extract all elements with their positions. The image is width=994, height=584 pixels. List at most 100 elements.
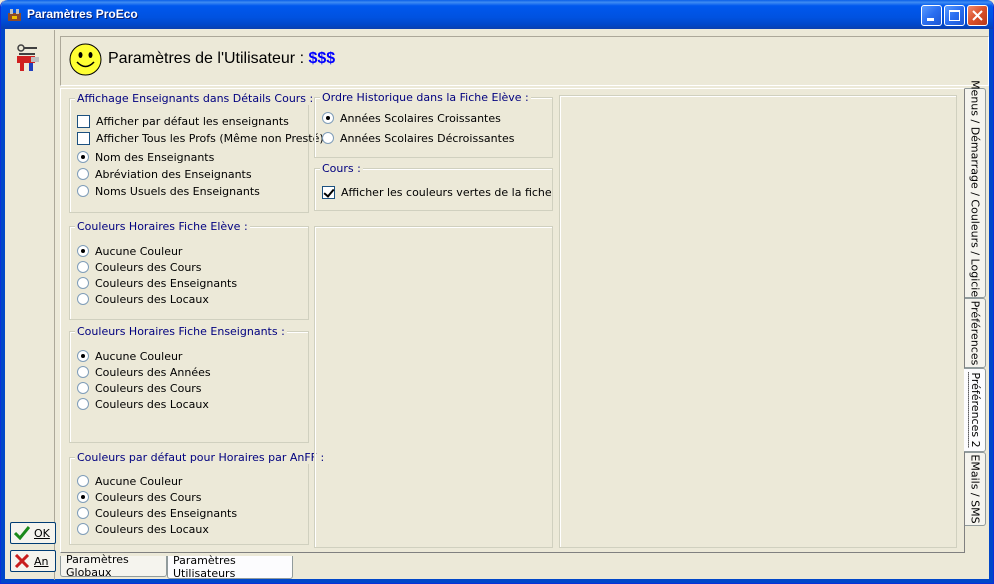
vertical-tab-strip: Menus / Démarrage / Couleurs / Logiciels…	[964, 80, 987, 528]
radio-label: Couleurs des Enseignants	[95, 276, 238, 290]
radio-couleurs-cours[interactable]: Couleurs des Cours	[77, 380, 202, 396]
empty-panel-right	[559, 95, 957, 548]
close-icon	[972, 10, 983, 21]
radio-label: Abréviation des Enseignants	[95, 167, 252, 181]
radio-couleurs-enseignants[interactable]: Couleurs des Enseignants	[77, 505, 237, 521]
radio-button[interactable]	[77, 293, 89, 305]
radio-couleurs-locaux[interactable]: Couleurs des Locaux	[77, 291, 209, 307]
radio-button[interactable]	[77, 245, 89, 257]
radio-button[interactable]	[77, 382, 89, 394]
radio-label: Années Scolaires Décroissantes	[340, 131, 515, 145]
checkbox-box[interactable]	[322, 185, 335, 199]
tab-preferences[interactable]: Préférences	[965, 298, 986, 368]
group-ordre-historique: Ordre Historique dans la Fiche Elève : A…	[314, 91, 553, 158]
cancel-button[interactable]: An	[10, 550, 56, 572]
checkbox-label: Afficher Tous les Profs (Même non Presté…	[96, 131, 324, 145]
frame-bottom	[1, 579, 993, 583]
radio-label: Couleurs des Locaux	[95, 522, 209, 536]
tab-parametres-globaux[interactable]: Paramètres Globaux	[60, 553, 167, 579]
checkbox-box[interactable]	[77, 114, 90, 128]
maximize-icon	[949, 10, 960, 21]
radio-button[interactable]	[77, 168, 89, 180]
frame-right	[989, 29, 993, 583]
tab-label: Paramètres Utilisateurs	[173, 554, 236, 580]
group-couleurs-fiche-enseignants: Couleurs Horaires Fiche Enseignants : Au…	[69, 325, 309, 443]
group-cours: Cours : Afficher les couleurs vertes de …	[314, 162, 553, 211]
radio-button[interactable]	[77, 398, 89, 410]
radio-annees-decroissantes[interactable]: Années Scolaires Décroissantes	[322, 130, 514, 146]
checkbox-box[interactable]	[77, 131, 90, 145]
tab-label: EMails / SMS	[968, 454, 982, 524]
radio-label: Couleurs des Locaux	[95, 397, 209, 411]
radio-noms-usuels[interactable]: Noms Usuels des Enseignants	[77, 183, 260, 199]
radio-button[interactable]	[77, 507, 89, 519]
radio-couleurs-annees[interactable]: Couleurs des Années	[77, 364, 211, 380]
radio-button[interactable]	[77, 523, 89, 535]
radio-label: Noms Usuels des Enseignants	[95, 184, 260, 198]
settings-content: Affichage Enseignants dans Détails Cours…	[60, 88, 965, 553]
radio-button[interactable]	[77, 366, 89, 378]
cross-icon	[14, 554, 30, 568]
maximize-button[interactable]	[944, 5, 965, 26]
user-name-value: $$$	[308, 50, 336, 67]
header-panel: Paramètres de l'Utilisateur : $$$	[60, 36, 989, 86]
radio-abreviation-enseignants[interactable]: Abréviation des Enseignants	[77, 166, 252, 182]
radio-couleurs-enseignants[interactable]: Couleurs des Enseignants	[77, 275, 237, 291]
radio-button[interactable]	[322, 132, 334, 144]
radio-couleurs-cours[interactable]: Couleurs des Cours	[77, 489, 202, 505]
minimize-button[interactable]	[921, 5, 942, 26]
radio-aucune-couleur[interactable]: Aucune Couleur	[77, 243, 182, 259]
group-couleurs-fiche-eleve: Couleurs Horaires Fiche Elève : Aucune C…	[69, 220, 309, 320]
ok-button[interactable]: OK	[10, 522, 56, 544]
radio-couleurs-locaux[interactable]: Couleurs des Locaux	[77, 396, 209, 412]
radio-button[interactable]	[77, 475, 89, 487]
radio-button[interactable]	[77, 491, 89, 503]
tab-emails-sms[interactable]: EMails / SMS	[965, 452, 986, 526]
title-bar[interactable]: Paramètres ProEco	[1, 0, 993, 29]
group-title: Couleurs Horaires Fiche Elève :	[75, 220, 250, 233]
checkbox-afficher-tous-profs[interactable]: Afficher Tous les Profs (Même non Presté…	[77, 130, 324, 146]
page-title-text: Paramètres de l'Utilisateur :	[108, 50, 309, 67]
close-button[interactable]	[967, 5, 988, 26]
radio-couleurs-locaux[interactable]: Couleurs des Locaux	[77, 521, 209, 537]
radio-label: Couleurs des Enseignants	[95, 506, 238, 520]
radio-label: Couleurs des Locaux	[95, 292, 209, 306]
radio-nom-enseignants[interactable]: Nom des Enseignants	[77, 149, 214, 165]
radio-label: Couleurs des Cours	[95, 260, 202, 274]
group-title: Couleurs Horaires Fiche Enseignants :	[75, 325, 287, 338]
radio-annees-croissantes[interactable]: Années Scolaires Croissantes	[322, 110, 501, 126]
group-title: Couleurs par défaut pour Horaires par An…	[75, 451, 327, 464]
radio-label: Années Scolaires Croissantes	[340, 111, 501, 125]
minimize-icon	[927, 18, 934, 21]
radio-label: Couleurs des Cours	[95, 381, 202, 395]
bottom-tab-strip: Paramètres Globaux Paramètres Utilisateu…	[60, 553, 560, 580]
radio-button[interactable]	[322, 112, 334, 124]
checkbox-label: Afficher les couleurs vertes de la fiche	[341, 185, 552, 199]
left-toolbar: OK An	[5, 30, 56, 580]
radio-label: Aucune Couleur	[95, 349, 183, 363]
radio-label: Aucune Couleur	[95, 244, 183, 258]
tab-label: Préférences 2	[967, 372, 982, 448]
radio-button[interactable]	[77, 185, 89, 197]
group-affichage-enseignants: Affichage Enseignants dans Détails Cours…	[69, 92, 324, 213]
radio-button[interactable]	[77, 350, 89, 362]
tab-parametres-utilisateurs[interactable]: Paramètres Utilisateurs	[167, 554, 293, 580]
radio-label: Aucune Couleur	[95, 474, 183, 488]
radio-aucune-couleur[interactable]: Aucune Couleur	[77, 473, 182, 489]
radio-label: Couleurs des Cours	[95, 490, 202, 504]
radio-couleurs-cours[interactable]: Couleurs des Cours	[77, 259, 202, 275]
cancel-button-label: An	[34, 554, 49, 568]
checkbox-label: Afficher par défaut les enseignants	[96, 114, 289, 128]
radio-button[interactable]	[77, 151, 89, 163]
radio-button[interactable]	[77, 261, 89, 273]
tools-icon	[17, 44, 39, 71]
radio-button[interactable]	[77, 277, 89, 289]
tab-menus-demarrage[interactable]: Menus / Démarrage / Couleurs / Logiciels	[965, 80, 986, 306]
checkbox-afficher-enseignants[interactable]: Afficher par défaut les enseignants	[77, 113, 289, 129]
radio-aucune-couleur[interactable]: Aucune Couleur	[77, 348, 182, 364]
tab-preferences-2[interactable]: Préférences 2	[964, 368, 986, 452]
checkbox-couleurs-vertes[interactable]: Afficher les couleurs vertes de la fiche	[322, 184, 552, 200]
window-title: Paramètres ProEco	[27, 7, 138, 21]
tab-label: Préférences	[968, 300, 982, 366]
ok-button-label: OK	[34, 526, 50, 540]
